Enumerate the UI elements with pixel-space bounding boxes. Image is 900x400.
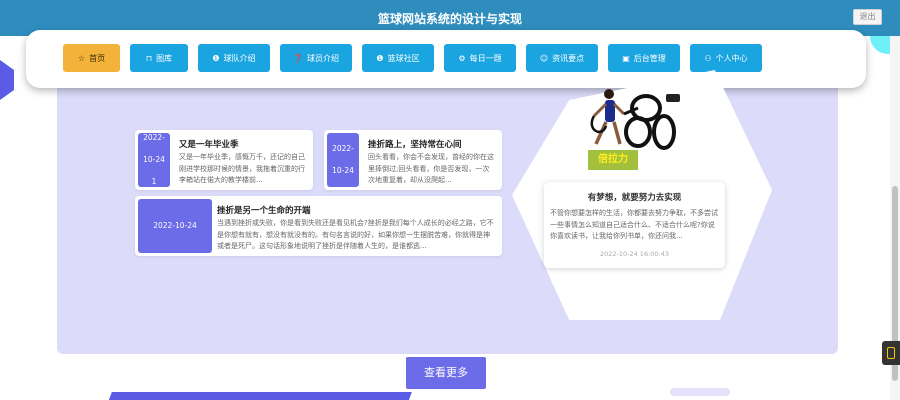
- featured-date: 2022-10-24 16:00:43: [599, 250, 670, 258]
- info-icon: ❶: [376, 53, 384, 63]
- nav-item-daily-question[interactable]: ⚙ 每日一题: [444, 44, 516, 72]
- news-date: 2022-10-241: [138, 133, 170, 187]
- news-title: 挫折是另一个生命的开端: [217, 206, 311, 216]
- nav-item-home[interactable]: ☆ 首页: [63, 44, 120, 72]
- nav-item-gallery[interactable]: ⊓ 图库: [130, 44, 188, 72]
- nav-item-label: 资讯要点: [552, 53, 585, 63]
- news-excerpt: 当遇到挫折或失败，你是看到失败还是看见机会?挫折是我们每个人成长的必经之路，它不…: [217, 219, 494, 250]
- site-title: 篮球网站系统的设计与实现: [377, 12, 522, 26]
- nav-item-label: 球员介绍: [306, 53, 339, 63]
- smile-icon: ☺: [539, 53, 549, 63]
- view-more-button[interactable]: 查看更多: [406, 357, 486, 389]
- help-icon: ❓: [293, 53, 303, 63]
- news-card[interactable]: 2022-10-24 挫折是另一个生命的开端 当遇到挫折或失败，你是看到失败还是…: [135, 196, 502, 256]
- nav-item-admin[interactable]: ▣ 后台管理: [608, 44, 680, 72]
- box-icon: ▣: [622, 53, 630, 63]
- nav-item-profile[interactable]: ⚇ 个人中心: [690, 44, 762, 72]
- featured-article-card[interactable]: 有梦想，就要努力去实现 不管你想要怎样的生活，你都要去努力争取，不多尝试一些事情…: [544, 182, 725, 268]
- nav-item-label: 篮球社区: [387, 53, 420, 63]
- news-title: 又是一年毕业季: [179, 140, 239, 150]
- nav-item-label: 每日一题: [469, 53, 502, 63]
- nav-item-label: 个人中心: [715, 53, 748, 63]
- decorative-strip: [670, 388, 730, 396]
- logout-button[interactable]: 退出: [853, 9, 882, 25]
- news-excerpt: 又是一年毕业季，感慨万千，还记的自己刚进学校那时候的情景，我拖着沉重的行李箱站在…: [179, 153, 305, 184]
- news-card[interactable]: 2022-10-241 又是一年毕业季 又是一年毕业季，感慨万千，还记的自己刚进…: [135, 130, 313, 190]
- star-icon: ☆: [77, 53, 86, 63]
- news-date: 2022-10-24: [138, 199, 212, 253]
- nav-item-label: 图库: [156, 53, 173, 63]
- gear-icon: ⚙: [458, 53, 466, 63]
- decorative-strip: [108, 392, 412, 400]
- nav-item-label: 后台管理: [633, 53, 666, 63]
- news-card[interactable]: 2022-10-24 挫折路上，坚持常在心间 回头看看，你会不会发现，曾经的你在…: [324, 130, 502, 190]
- phone-icon: [887, 347, 895, 359]
- nav-item-community[interactable]: ❶ 篮球社区: [362, 44, 434, 72]
- news-date: 2022-10-24: [327, 133, 359, 187]
- featured-text: 不管你想要怎样的生活，你都要去努力争取，不多尝试一些事情怎么知道自己适合什么、不…: [550, 209, 718, 240]
- nav-item-players[interactable]: ❓ 球员介绍: [280, 44, 352, 72]
- nav-item-label: 球队介绍: [223, 53, 256, 63]
- nav-item-teams[interactable]: ❶ 球队介绍: [198, 44, 270, 72]
- featured-title: 有梦想，就要努力去实现: [587, 193, 682, 203]
- news-excerpt: 回头看看，你会不会发现，曾经的你在这里摔倒过;回头看看，你是否发现，一次次地重复…: [368, 153, 494, 184]
- side-floating-widget[interactable]: [882, 341, 900, 365]
- main-navigation: ☆ 首页 ⊓ 图库 ❶ 球队介绍 ❓ 球员介绍 ❶ 篮球社区 ⚙ 每日一题 ☺ …: [26, 30, 866, 88]
- bag-icon: ⊓: [145, 53, 153, 63]
- info-icon: ❶: [212, 53, 220, 63]
- news-title: 挫折路上，坚持常在心间: [368, 140, 462, 150]
- user-icon: ⚇: [704, 53, 712, 63]
- nav-item-news[interactable]: ☺ 资讯要点: [526, 44, 598, 72]
- nav-item-label: 首页: [89, 53, 106, 63]
- decorative-hexagon-left: [0, 60, 14, 100]
- product-caption: 倍拉力: [588, 150, 638, 170]
